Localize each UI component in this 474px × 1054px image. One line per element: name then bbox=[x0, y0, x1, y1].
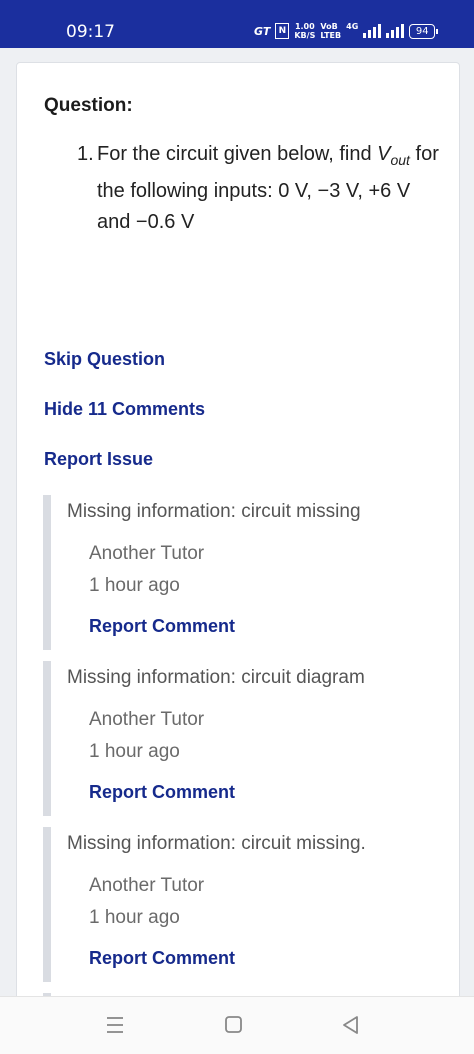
home-square-icon[interactable] bbox=[223, 1015, 245, 1040]
question-body: For the circuit given below, find Vout f… bbox=[77, 139, 447, 238]
comment-text: Missing information: circuit missing bbox=[67, 501, 361, 522]
comment-time: 1 hour ago bbox=[89, 907, 180, 928]
comment-text: Missing information: circuit diagram bbox=[67, 667, 365, 688]
report-comment-link[interactable]: Report Comment bbox=[89, 782, 235, 803]
vout-symbol: V bbox=[377, 143, 391, 165]
back-triangle-icon[interactable] bbox=[340, 1015, 362, 1040]
comment-author: Another Tutor bbox=[89, 709, 205, 730]
speed-unit: KB/S bbox=[294, 31, 316, 40]
nfc-icon: N bbox=[275, 23, 290, 39]
battery-icon: 94 bbox=[409, 23, 439, 39]
comment-item: Missing information: circuit missing Ano… bbox=[43, 495, 459, 650]
question-card: Question: 1. For the circuit given below… bbox=[16, 62, 460, 1004]
question-text-before: For the circuit given below, find bbox=[97, 143, 378, 165]
status-bar: 09:17 GT N 1.00 KB/S VoB LTEB 4G 94 bbox=[0, 0, 474, 48]
comment-author: Another Tutor bbox=[89, 543, 205, 564]
question-number: 1. bbox=[77, 143, 94, 165]
status-time: 09:17 bbox=[66, 22, 115, 42]
speed-value: 1.00 bbox=[294, 22, 315, 31]
volte-bottom: LTEB bbox=[320, 31, 342, 40]
comment-author: Another Tutor bbox=[89, 875, 205, 896]
comment-time: 1 hour ago bbox=[89, 741, 180, 762]
navigation-bar bbox=[0, 996, 474, 1054]
vout-subscript: out bbox=[390, 152, 410, 168]
comment-item: Missing information: circuit missing. An… bbox=[43, 827, 459, 982]
comment-time: 1 hour ago bbox=[89, 575, 180, 596]
report-comment-link[interactable]: Report Comment bbox=[89, 616, 235, 637]
question-text: 1. For the circuit given below, find Vou… bbox=[77, 139, 447, 238]
skip-question-link[interactable]: Skip Question bbox=[44, 349, 165, 370]
signal-icon bbox=[363, 24, 382, 38]
carrier-icon: GT bbox=[254, 24, 271, 38]
network-speed: 1.00 KB/S bbox=[294, 22, 315, 40]
volte-indicator: VoB LTEB bbox=[320, 22, 341, 40]
comment-item: Missing information: circuit diagram Ano… bbox=[43, 661, 459, 816]
network-type: 4G bbox=[346, 22, 359, 31]
report-comment-link[interactable]: Report Comment bbox=[89, 948, 235, 969]
report-issue-link[interactable]: Report Issue bbox=[44, 449, 153, 470]
signal-icon-2 bbox=[386, 24, 405, 38]
question-label: Question: bbox=[44, 95, 133, 116]
comment-text: Missing information: circuit missing. bbox=[67, 833, 366, 854]
hide-comments-link[interactable]: Hide 11 Comments bbox=[44, 399, 205, 420]
menu-icon[interactable] bbox=[104, 1015, 126, 1040]
volte-top: VoB bbox=[320, 22, 338, 31]
status-icons: GT N 1.00 KB/S VoB LTEB 4G 94 bbox=[254, 22, 439, 40]
